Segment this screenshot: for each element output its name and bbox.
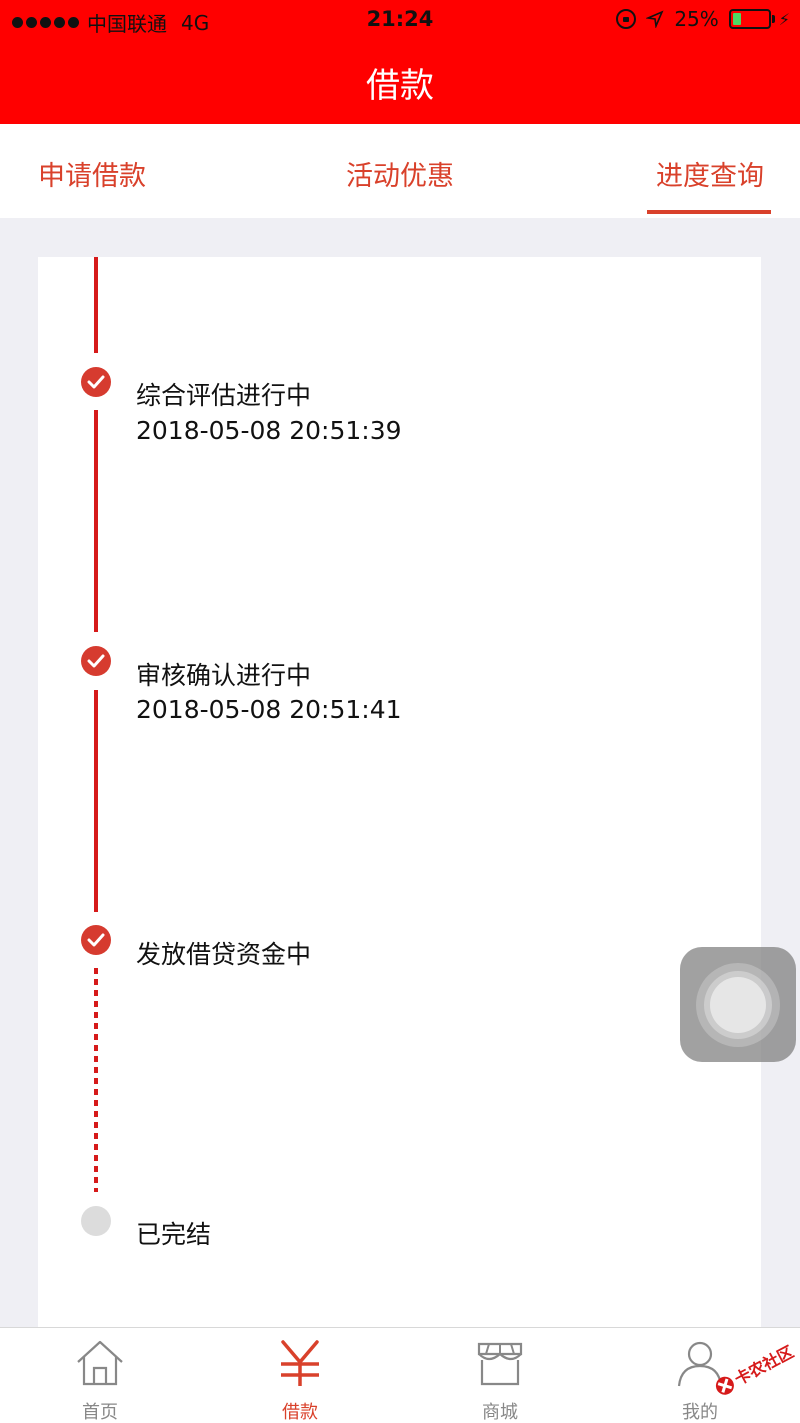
app-header: 中国联通 4G 21:24 25% ⚡ 借款 bbox=[0, 0, 800, 124]
store-icon bbox=[477, 1342, 523, 1386]
charging-bolt-icon: ⚡ bbox=[778, 9, 790, 29]
tab-apply-loan[interactable]: 申请借款 bbox=[38, 154, 146, 193]
status-right: 25% ⚡ bbox=[616, 7, 790, 31]
assistive-touch-button[interactable] bbox=[680, 947, 796, 1062]
battery-percent: 25% bbox=[674, 7, 719, 31]
top-tabs: 申请借款 活动优惠 进度查询 bbox=[0, 124, 800, 218]
step-done-check-icon bbox=[81, 925, 111, 955]
tabbar-label: 借款 bbox=[282, 1402, 318, 1423]
tabbar-item-loan[interactable]: 借款 bbox=[200, 1328, 400, 1423]
tabbar-label: 我的 bbox=[682, 1402, 718, 1423]
watermark-text: 卡农社区 bbox=[731, 1342, 796, 1389]
step-time: 2018-05-08 20:51:39 bbox=[136, 416, 402, 445]
home-icon bbox=[77, 1340, 123, 1386]
timeline-segment bbox=[94, 690, 98, 912]
step-title: 综合评估进行中 bbox=[136, 381, 312, 410]
step-pending-dot-icon bbox=[81, 1206, 111, 1236]
tabbar-label: 首页 bbox=[82, 1402, 118, 1423]
step-title: 审核确认进行中 bbox=[136, 661, 312, 690]
step-title: 发放借贷资金中 bbox=[136, 940, 312, 969]
battery-icon: ⚡ bbox=[728, 9, 790, 29]
tab-progress-query[interactable]: 进度查询 bbox=[656, 154, 764, 193]
active-tab-indicator bbox=[647, 210, 771, 214]
watermark-logo: 卡农社区 bbox=[715, 1342, 797, 1395]
yen-icon bbox=[281, 1340, 319, 1386]
status-bar: 中国联通 4G 21:24 25% ⚡ bbox=[0, 0, 800, 40]
tabbar-label: 商城 bbox=[482, 1402, 518, 1423]
tabbar-item-store[interactable]: 商城 bbox=[400, 1328, 600, 1423]
step-time: 2018-05-08 20:51:41 bbox=[136, 695, 402, 724]
rotation-lock-icon bbox=[616, 9, 637, 29]
tab-promotions[interactable]: 活动优惠 bbox=[346, 154, 454, 193]
step-done-check-icon bbox=[81, 367, 111, 397]
timeline-segment-pending bbox=[94, 968, 98, 1192]
page-title: 借款 bbox=[366, 66, 434, 106]
timeline-segment bbox=[94, 410, 98, 632]
step-title: 已完结 bbox=[136, 1220, 212, 1249]
timeline-segment bbox=[94, 257, 98, 353]
location-arrow-icon bbox=[646, 10, 664, 28]
tabbar-item-home[interactable]: 首页 bbox=[0, 1328, 200, 1423]
step-done-check-icon bbox=[81, 646, 111, 676]
bottom-tab-bar: 首页 借款 商城 我的 bbox=[0, 1327, 800, 1423]
